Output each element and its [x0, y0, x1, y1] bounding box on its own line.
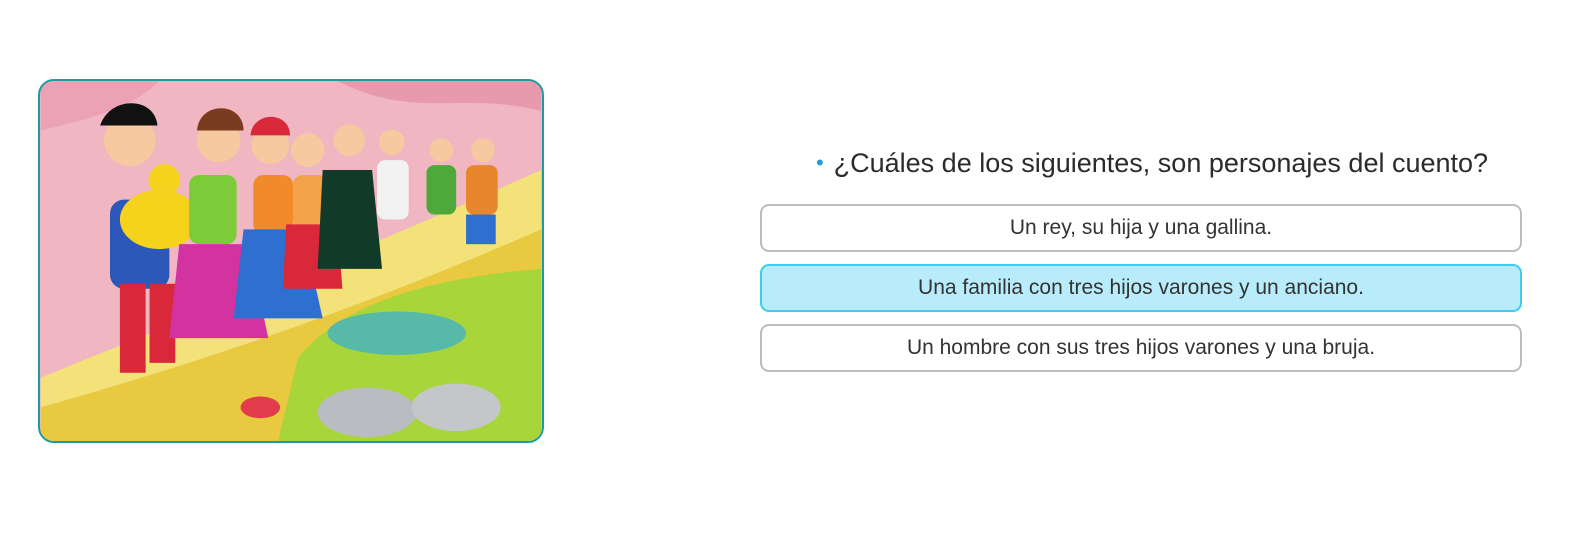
quiz-panel: • ¿Cuáles de los siguientes, son persona… — [760, 140, 1522, 372]
answer-option-label: Un hombre con sus tres hijos varones y u… — [906, 336, 1376, 359]
answer-option-2[interactable]: Una familia con tres hijos varones y un … — [760, 264, 1522, 312]
answer-option-1[interactable]: Un rey, su hija y una gallina. — [760, 204, 1522, 252]
story-illustration-image — [40, 81, 542, 441]
story-illustration — [38, 79, 544, 443]
answer-option-label: Una familia con tres hijos varones y un … — [918, 276, 1364, 299]
bullet-icon: • — [815, 150, 824, 175]
answer-options: Un rey, su hija y una gallina. Una famil… — [760, 204, 1522, 372]
question-text: ¿Cuáles de los siguientes, son personaje… — [833, 147, 1489, 178]
quiz-page: • ¿Cuáles de los siguientes, son persona… — [0, 0, 1596, 549]
question-heading: • ¿Cuáles de los siguientes, son persona… — [782, 140, 1522, 186]
answer-option-3[interactable]: Un hombre con sus tres hijos varones y u… — [760, 324, 1522, 372]
answer-option-label: Un rey, su hija y una gallina. — [1009, 216, 1273, 239]
